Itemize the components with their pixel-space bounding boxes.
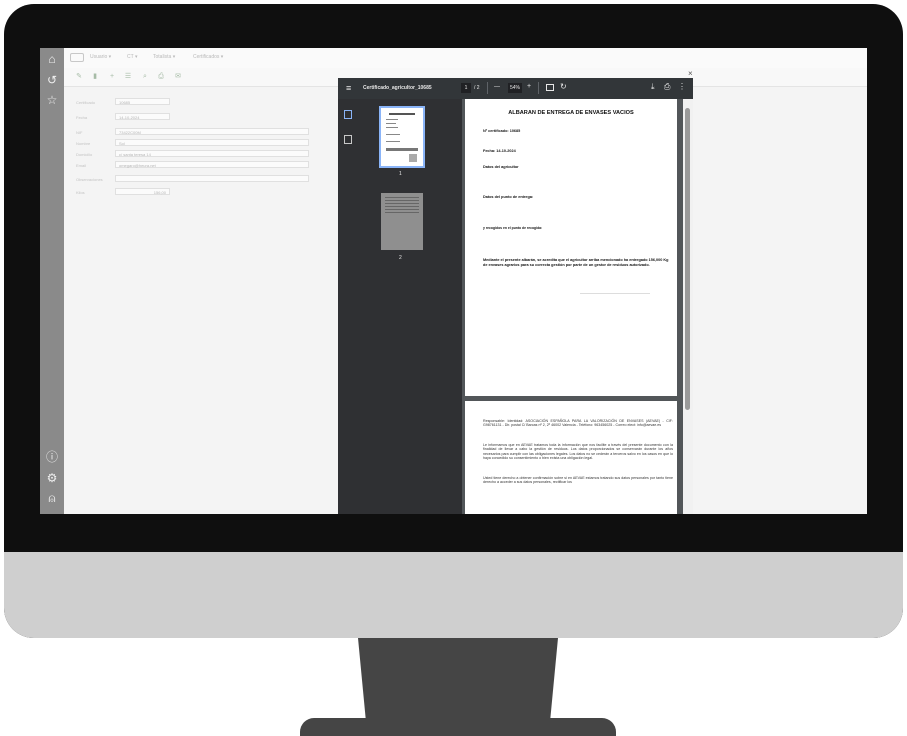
doc-privacy-info: Le informamos que en AEVAE tratamos toda… bbox=[483, 443, 673, 461]
fit-page-icon[interactable] bbox=[546, 84, 554, 91]
monitor-stand-base bbox=[300, 718, 616, 736]
thumbnail-label: 2 bbox=[399, 255, 402, 261]
nif-field[interactable]: 73422C00M bbox=[115, 128, 309, 135]
info-icon[interactable]: ⓘ bbox=[45, 450, 59, 464]
settings-icon[interactable]: ⚙ bbox=[45, 471, 59, 485]
pdf-page-2: Responsable: Identidad: ASOCIACIÓN ESPAÑ… bbox=[465, 401, 677, 514]
menu-ct[interactable]: CT ▾ bbox=[127, 54, 137, 60]
thumbnail-label: 1 bbox=[399, 171, 402, 177]
menu-certificados[interactable]: Certificados ▾ bbox=[193, 54, 223, 60]
outline-icon[interactable] bbox=[344, 135, 352, 144]
thumbnail-page-2[interactable] bbox=[381, 193, 423, 250]
form-label: Nombre bbox=[76, 141, 91, 146]
pdf-page-1: ALBARAN DE ENTREGA DE ENVASES VACIOS Nº … bbox=[465, 99, 677, 396]
doc-privacy-responsible: Responsable: Identidad: ASOCIACIÓN ESPAÑ… bbox=[483, 419, 673, 428]
doc-title: ALBARAN DE ENTREGA DE ENVASES VACIOS bbox=[508, 110, 634, 116]
download-icon[interactable]: ⤓ bbox=[651, 82, 655, 92]
zoom-input[interactable]: 54% bbox=[508, 83, 522, 93]
user-icon[interactable]: ⍝ bbox=[45, 491, 59, 505]
list-icon[interactable]: ☰ bbox=[123, 72, 133, 82]
close-icon[interactable]: × bbox=[688, 69, 693, 78]
fecha-field[interactable]: 14-10-2024 bbox=[115, 113, 170, 120]
pdf-scrollbar-thumb[interactable] bbox=[685, 108, 690, 410]
page-total: / 2 bbox=[474, 85, 480, 91]
add-icon[interactable]: + bbox=[107, 72, 117, 82]
delete-icon[interactable]: ▮ bbox=[90, 72, 100, 82]
form-label: NIF bbox=[76, 130, 83, 135]
pdf-toolbar: ≡ Certificado_agricultor_10685 1 / 2 — 5… bbox=[338, 78, 693, 99]
rotate-icon[interactable]: ↻ bbox=[560, 82, 567, 91]
form-label: Observaciones bbox=[76, 177, 103, 182]
form-label: Kilos bbox=[76, 190, 85, 195]
app-menubar: Usuario ▾ CT ▾ Totalista ▾ Certificados … bbox=[64, 48, 867, 69]
form-label: Fecha bbox=[76, 115, 88, 120]
doc-delivery-section: Datos del punto de entrega: bbox=[483, 195, 534, 199]
form-label: Email bbox=[76, 163, 87, 168]
certificado-field[interactable]: 10685 bbox=[115, 98, 170, 105]
email-icon[interactable]: ✉ bbox=[173, 72, 183, 82]
form-label: Certificado bbox=[76, 100, 96, 105]
zoom-in-button[interactable]: + bbox=[527, 83, 531, 90]
page-input[interactable]: 1 bbox=[461, 83, 471, 93]
home-icon[interactable]: ⌂ bbox=[45, 52, 59, 66]
doc-date: Fecha: 14-10-2024 bbox=[483, 149, 516, 153]
email-field[interactable]: omegaro@heura.net bbox=[115, 161, 309, 168]
kilos-field[interactable]: 156,00 bbox=[115, 188, 170, 195]
app-sidebar: ⌂ ↺ ☆ ⓘ ⚙ ⍝ bbox=[40, 48, 64, 514]
menu-totalista[interactable]: Totalista ▾ bbox=[153, 54, 175, 60]
thumbnail-panel: 1 2 bbox=[358, 99, 462, 514]
doc-privacy-rights: Usted tiene derecho a obtener confirmaci… bbox=[483, 476, 673, 485]
pdf-sidebar-tools bbox=[338, 99, 358, 514]
more-options-icon[interactable]: ⋮ bbox=[678, 82, 686, 91]
observaciones-field[interactable] bbox=[115, 175, 309, 182]
search-icon[interactable]: ⌕ bbox=[140, 72, 150, 82]
thumbnails-icon[interactable] bbox=[344, 110, 352, 119]
doc-certificate-number: Nº certificado: 10685 bbox=[483, 129, 521, 133]
domicilio-field[interactable]: c/ santa teresa 14 bbox=[115, 150, 309, 157]
history-icon[interactable]: ↺ bbox=[45, 73, 59, 87]
menu-icon[interactable]: ≡ bbox=[346, 83, 351, 93]
doc-farmer-section: Datos del agricultor bbox=[483, 165, 519, 169]
pdf-viewer: ≡ Certificado_agricultor_10685 1 / 2 — 5… bbox=[338, 78, 693, 514]
doc-pickup-note: y recogidos en el punto de recogida: bbox=[483, 226, 543, 230]
toolbar-divider bbox=[487, 82, 488, 94]
monitor-stand-neck bbox=[358, 638, 558, 722]
nombre-field[interactable]: Sol bbox=[115, 139, 309, 146]
menu-usuario[interactable]: Usuario ▾ bbox=[90, 54, 111, 60]
form-label: Domicilio bbox=[76, 152, 93, 157]
print-icon[interactable]: ⎙ bbox=[156, 72, 166, 82]
signature-line bbox=[580, 293, 650, 294]
zoom-out-button[interactable]: — bbox=[494, 84, 500, 90]
print-icon[interactable]: ⎙ bbox=[664, 82, 670, 92]
pdf-filename: Certificado_agricultor_10685 bbox=[363, 85, 432, 91]
thumbnail-page-1[interactable] bbox=[379, 106, 425, 168]
monitor-chin bbox=[4, 552, 903, 638]
edit-icon[interactable]: ✎ bbox=[74, 72, 84, 82]
star-icon[interactable]: ☆ bbox=[45, 93, 59, 107]
screen: ⌂ ↺ ☆ ⓘ ⚙ ⍝ Usuario ▾ CT ▾ Totalista ▾ C… bbox=[40, 48, 867, 514]
toolbar-divider bbox=[538, 82, 539, 94]
doc-statement: Mediante el presente albarán, se acredit… bbox=[483, 258, 669, 267]
logo-icon bbox=[70, 53, 84, 62]
pdf-document-area: ALBARAN DE ENTREGA DE ENVASES VACIOS Nº … bbox=[462, 99, 693, 514]
